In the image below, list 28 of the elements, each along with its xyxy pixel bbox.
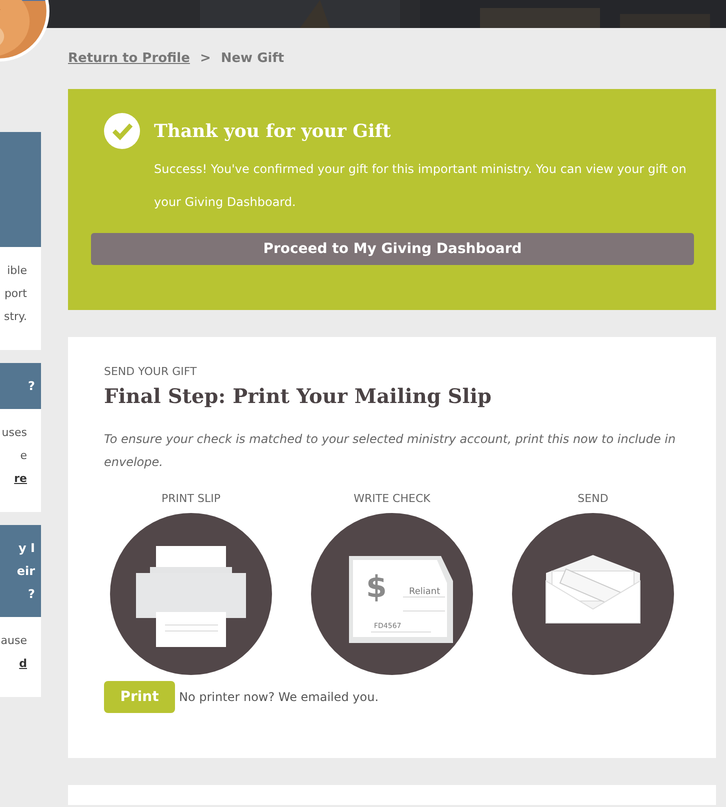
- success-message: Success! You've confirmed your gift for this important ministry. You can view your gift on your Giving Dashboard.: [154, 161, 688, 211]
- breadcrumb-current: New Gift: [220, 51, 284, 66]
- print-note: No printer now? We emailed you.: [179, 690, 379, 704]
- return-link[interactable]: Return to Profile: [68, 51, 190, 66]
- instructions: To ensure your check is matched to your selected ministry account, print this now to include in envelope.: [104, 431, 677, 471]
- step-label: WRITE CHECK: [354, 492, 430, 505]
- section-heading: Final Step: Print Your Mailing Slip: [104, 384, 492, 408]
- read-more-link[interactable]: re: [14, 467, 27, 490]
- card-text: ible: [7, 263, 27, 279]
- success-title: Thank you for your Gift: [154, 120, 391, 142]
- step-label: SEND: [578, 492, 608, 505]
- card-text: port: [4, 286, 27, 302]
- dashboard-button[interactable]: Proceed to My Giving Dashboard: [91, 233, 694, 265]
- envelope-icon: [512, 513, 674, 675]
- card-title: ?: [28, 586, 35, 602]
- checkmark-icon: [104, 113, 140, 149]
- step-label: PRINT SLIP: [162, 492, 220, 505]
- read-more-link[interactable]: d: [19, 652, 27, 675]
- card-text: uses: [2, 425, 27, 441]
- card-title: y I: [18, 540, 35, 557]
- section-label: SEND YOUR GIFT: [104, 365, 198, 378]
- card-text: ause: [0, 633, 27, 649]
- card-text: e: [20, 448, 27, 464]
- card-title: ?: [28, 378, 35, 394]
- printer-icon: [110, 513, 272, 675]
- breadcrumb-separator: >: [200, 51, 211, 66]
- card-title: eir: [16, 562, 35, 580]
- card-text: stry.: [4, 309, 27, 325]
